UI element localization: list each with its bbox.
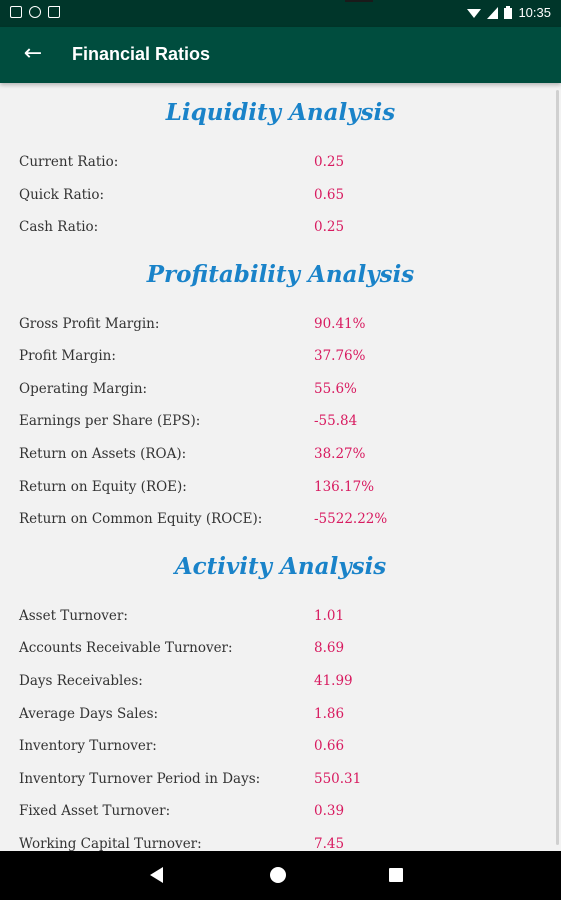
ratio-value: 37.76% bbox=[314, 348, 366, 364]
ratio-value: -55.84 bbox=[314, 413, 358, 429]
ratio-label: Accounts Receivable Turnover: bbox=[19, 640, 233, 656]
ratio-value: 8.69 bbox=[314, 640, 345, 656]
ratio-row: Return on Assets (ROA): 38.27% bbox=[0, 446, 561, 470]
ratio-label: Asset Turnover: bbox=[19, 608, 128, 624]
ratio-row: Asset Turnover: 1.01 bbox=[0, 608, 561, 632]
ratio-label: Earnings per Share (EPS): bbox=[19, 413, 201, 429]
ratio-label: Quick Ratio: bbox=[19, 187, 105, 203]
ratio-label: Return on Equity (ROE): bbox=[19, 479, 187, 495]
ratio-value: 550.31 bbox=[314, 771, 362, 787]
status-left-icons bbox=[10, 6, 60, 18]
status-time: 10:35 bbox=[518, 5, 551, 20]
ratio-row: Earnings per Share (EPS): -55.84 bbox=[0, 413, 561, 437]
nav-back-icon[interactable] bbox=[150, 867, 163, 883]
ratio-value: 55.6% bbox=[314, 381, 357, 397]
ratio-row: Cash Ratio: 0.25 bbox=[0, 219, 561, 243]
ratio-row: Working Capital Turnover: 7.45 bbox=[0, 836, 561, 851]
ratio-label: Days Receivables: bbox=[19, 673, 143, 689]
ratio-value: 1.01 bbox=[314, 608, 345, 624]
ratio-label: Profit Margin: bbox=[19, 348, 116, 364]
section-title-profitability: Profitability Analysis bbox=[146, 261, 415, 288]
nav-home-icon[interactable] bbox=[270, 867, 286, 883]
ratio-label: Cash Ratio: bbox=[19, 219, 99, 235]
signal-icon bbox=[487, 6, 499, 19]
ratio-value: 0.39 bbox=[314, 803, 345, 819]
ratio-value: 1.86 bbox=[314, 706, 345, 722]
ratio-row: Fixed Asset Turnover: 0.39 bbox=[0, 803, 561, 827]
ratio-row: Accounts Receivable Turnover: 8.69 bbox=[0, 640, 561, 664]
section-title-liquidity: Liquidity Analysis bbox=[165, 99, 396, 126]
ratio-row: Return on Equity (ROE): 136.17% bbox=[0, 479, 561, 503]
ratio-value: 0.65 bbox=[314, 187, 345, 203]
ratio-row: Operating Margin: 55.6% bbox=[0, 381, 561, 405]
page-title: Financial Ratios bbox=[72, 44, 211, 64]
ratio-value: 90.41% bbox=[314, 316, 366, 332]
ratio-row: Inventory Turnover Period in Days: 550.3… bbox=[0, 771, 561, 795]
ratio-row: Inventory Turnover: 0.66 bbox=[0, 738, 561, 762]
status-right-icons: 10:35 bbox=[467, 5, 551, 20]
ratio-value: 41.99 bbox=[314, 673, 353, 689]
ratio-row: Days Receivables: 41.99 bbox=[0, 673, 561, 697]
ratio-label: Inventory Turnover: bbox=[19, 738, 157, 754]
ratio-value: -5522.22% bbox=[314, 511, 388, 527]
ratio-row: Current Ratio: 0.25 bbox=[0, 154, 561, 178]
ratio-label: Gross Profit Margin: bbox=[19, 316, 160, 332]
ratio-label: Current Ratio: bbox=[19, 154, 119, 170]
ratios-content[interactable]: Liquidity Analysis Current Ratio: 0.25 Q… bbox=[0, 83, 561, 851]
navigation-bar bbox=[0, 851, 561, 900]
ratio-label: Return on Common Equity (ROCE): bbox=[19, 511, 263, 527]
app-bar: ← Financial Ratios bbox=[0, 27, 561, 83]
status-bar: 10:35 bbox=[0, 0, 561, 27]
ratio-row: Profit Margin: 37.76% bbox=[0, 348, 561, 372]
ratio-value: 38.27% bbox=[314, 446, 366, 462]
sd-card-icon bbox=[48, 6, 60, 18]
status-indicator-line bbox=[345, 0, 373, 2]
ratio-value: 136.17% bbox=[314, 479, 375, 495]
ratio-label: Operating Margin: bbox=[19, 381, 148, 397]
ratio-row: Gross Profit Margin: 90.41% bbox=[0, 316, 561, 340]
ratio-label: Working Capital Turnover: bbox=[19, 836, 202, 851]
ratio-label: Return on Assets (ROA): bbox=[19, 446, 187, 462]
notification-icon bbox=[10, 6, 22, 18]
section-title-activity: Activity Analysis bbox=[174, 553, 387, 580]
ratio-value: 0.66 bbox=[314, 738, 345, 754]
nav-recents-icon[interactable] bbox=[389, 868, 403, 882]
battery-icon bbox=[504, 6, 513, 19]
ratio-row: Return on Common Equity (ROCE): -5522.22… bbox=[0, 511, 561, 535]
ratio-label: Fixed Asset Turnover: bbox=[19, 803, 171, 819]
ratio-row: Quick Ratio: 0.65 bbox=[0, 187, 561, 211]
ratio-label: Inventory Turnover Period in Days: bbox=[19, 771, 261, 787]
ratio-row: Average Days Sales: 1.86 bbox=[0, 706, 561, 730]
back-arrow-icon[interactable]: ← bbox=[20, 41, 46, 67]
sync-icon bbox=[29, 6, 41, 18]
scrollbar[interactable] bbox=[556, 90, 559, 845]
ratio-label: Average Days Sales: bbox=[19, 706, 159, 722]
wifi-icon bbox=[467, 8, 482, 18]
ratio-value: 0.25 bbox=[314, 154, 345, 170]
ratio-value: 0.25 bbox=[314, 219, 345, 235]
ratio-value: 7.45 bbox=[314, 836, 345, 851]
